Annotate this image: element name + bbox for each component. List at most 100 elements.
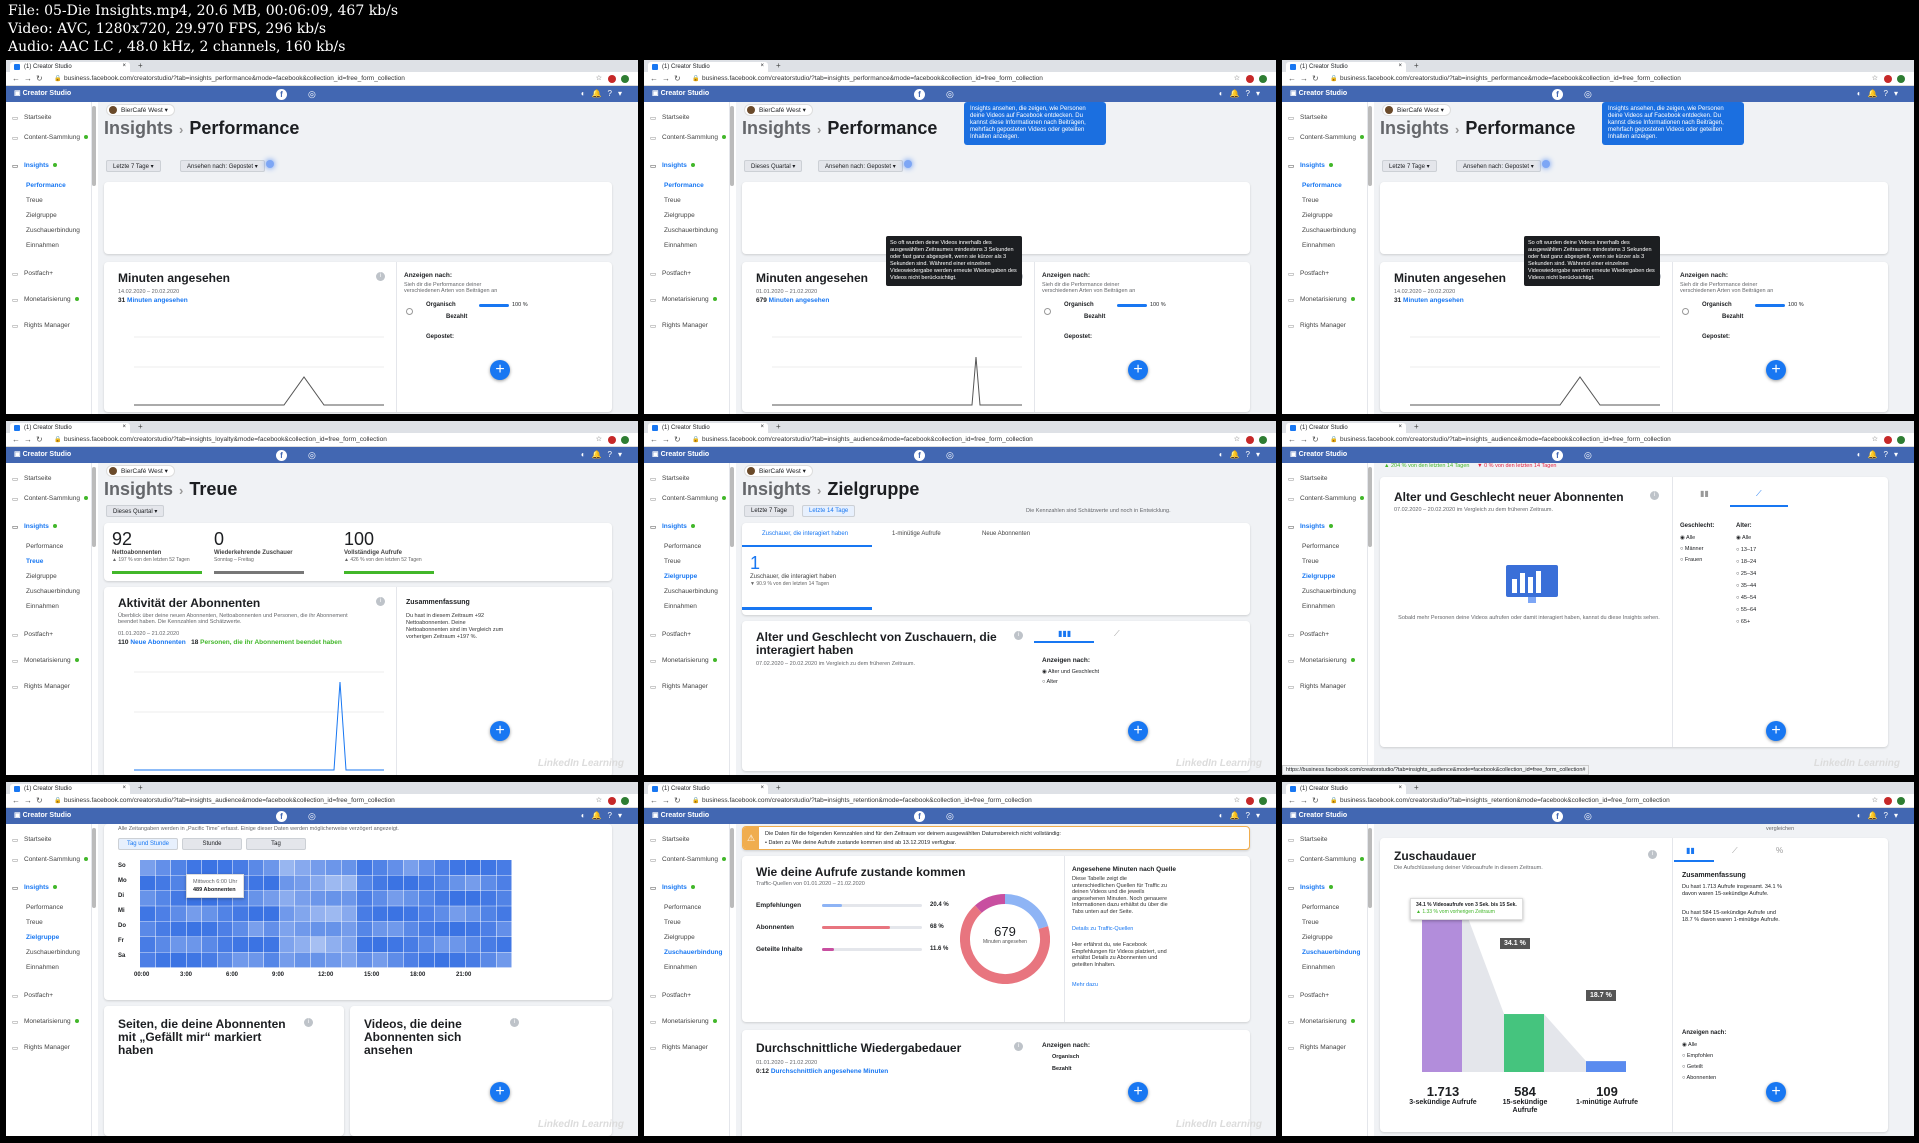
heatmap-cell[interactable] [326,921,341,937]
new-tab-icon[interactable]: + [776,422,781,431]
browser-tab[interactable]: (1) Creator Studio × [648,784,768,794]
filter-option[interactable]: ◉ Alle [1682,1042,1697,1048]
sidebar-item-treue[interactable]: Treue [1302,558,1319,565]
heatmap-cell[interactable] [279,860,295,875]
heatmap-cell[interactable] [481,952,496,968]
facebook-icon[interactable]: f [914,89,925,100]
instagram-icon[interactable]: ◎ [308,89,316,99]
instagram-icon[interactable]: ◎ [308,450,316,460]
heatmap-cell[interactable] [388,906,403,922]
sidebar-item-content[interactable]: Content-Sammlung [1288,856,1364,864]
profile-icon[interactable] [621,75,629,83]
heatmap-cell[interactable] [171,937,186,952]
sidebar-item-insights[interactable]: Insights [650,523,695,531]
star-icon[interactable]: ☆ [596,435,602,443]
sidebar-item-performance[interactable]: Performance [1302,182,1342,189]
percent-icon[interactable]: % [1776,846,1783,855]
heatmap-cell[interactable] [388,875,403,891]
heatmap-cell[interactable] [310,921,326,937]
sidebar-scrollbar[interactable] [92,828,96,908]
heatmap-cell[interactable] [217,906,233,922]
sidebar-scrollbar[interactable] [92,106,96,186]
star-icon[interactable]: ☆ [1872,435,1878,443]
sidebar-item-performance[interactable]: Performance [664,182,704,189]
tab-2[interactable]: Neue Abonnenten [982,531,1030,537]
back-icon[interactable]: ← [12,435,20,444]
info-icon[interactable]: i [1014,1042,1023,1051]
extension-icon[interactable] [1884,797,1892,805]
sidebar-item-einnahmen[interactable]: Einnahmen [1302,603,1335,610]
date-range-dropdown[interactable]: Dieses Quartal ▾ [744,160,803,172]
extension-icon[interactable] [608,797,616,805]
sidebar-item-startseite[interactable]: Startseite [1288,114,1327,122]
heatmap-cell[interactable] [295,860,310,875]
heatmap-cell[interactable] [295,937,310,952]
sidebar-item-performance[interactable]: Performance [26,543,63,550]
sidebar-item-zuschauerbindung[interactable]: Zuschauerbindung [664,588,718,595]
sidebar-item-postfach[interactable]: Postfach+ [12,270,53,278]
heatmap-cell[interactable] [403,921,419,937]
heatmap-cell[interactable] [481,860,496,875]
topbar-icons[interactable]: ◐🔔?▾ [1219,450,1266,459]
topbar-icons[interactable]: ◐🔔?▾ [1219,89,1266,98]
heatmap-cell[interactable] [171,890,186,906]
heatmap-cell[interactable] [403,952,419,968]
instagram-icon[interactable]: ◎ [946,450,954,460]
filter-option[interactable]: ○ Geteilt [1682,1064,1703,1070]
heatmap-cell[interactable] [372,937,388,952]
metric-card[interactable]: 100 Vollständige Aufrufe ▲ 426 % von den l… [344,529,464,581]
age-option[interactable]: ◉ Alle [1736,535,1751,541]
reload-icon[interactable]: ↻ [1312,74,1319,83]
heatmap-cell[interactable] [372,875,388,891]
url-field[interactable]: business.facebook.com/creatorstudio/?tab… [64,75,405,82]
heatmap-cell[interactable] [450,875,465,891]
heatmap-cell[interactable] [465,860,481,875]
topbar-icons[interactable]: ◐🔔?▾ [581,450,628,459]
account-selector[interactable]: BierCafé West ▾ [106,465,175,477]
heatmap-cell[interactable] [310,952,326,968]
heatmap-tab-1[interactable]: Stunde [182,838,242,850]
reload-icon[interactable]: ↻ [674,435,681,444]
heatmap-cell[interactable] [372,906,388,922]
forward-icon[interactable]: → [662,74,670,83]
heatmap-cell[interactable] [403,937,419,952]
star-icon[interactable]: ☆ [1234,796,1240,804]
sidebar-item-zuschauerbindung[interactable]: Zuschauerbindung [1302,588,1356,595]
heatmap-cell[interactable] [233,921,248,937]
heatmap-cell[interactable] [357,875,372,891]
sidebar-item-rights[interactable]: Rights Manager [12,1044,70,1052]
heatmap-cell[interactable] [372,921,388,937]
forward-icon[interactable]: → [662,796,670,805]
sidebar-item-einnahmen[interactable]: Einnahmen [26,964,59,971]
tab-close-icon[interactable]: × [760,785,764,791]
sidebar-item-monet[interactable]: Monetarisierung [1288,296,1355,304]
browser-tab[interactable]: (1) Creator Studio × [10,423,130,433]
create-button[interactable]: + [1766,1082,1786,1102]
heatmap-cell[interactable] [450,921,465,937]
profile-icon[interactable] [621,436,629,444]
age-option[interactable]: ○ 13–17 [1736,547,1756,553]
sidebar-scrollbar[interactable] [92,467,96,547]
heatmap-cell[interactable] [140,921,155,937]
heatmap-cell[interactable] [233,937,248,952]
heatmap-cell[interactable] [434,860,450,875]
sidebar-item-zuschauerbindung[interactable]: Zuschauerbindung [664,949,723,956]
heatmap-tab-2[interactable]: Tag [246,838,306,850]
heatmap-cell[interactable] [388,921,403,937]
create-button[interactable]: + [1128,1082,1148,1102]
topbar-icons[interactable]: ◐🔔?▾ [581,89,628,98]
sidebar-item-postfach[interactable]: Postfach+ [1288,631,1329,639]
topbar-icons[interactable]: ◐🔔?▾ [581,811,628,820]
heatmap-cell[interactable] [465,875,481,891]
sidebar-item-monet[interactable]: Monetarisierung [1288,1018,1355,1026]
instagram-icon[interactable]: ◎ [1584,89,1592,99]
heatmap-tab-0[interactable]: Tag und Stunde [118,838,178,850]
browser-tab[interactable]: (1) Creator Studio × [10,62,130,72]
age-option[interactable]: ○ 35–44 [1736,583,1756,589]
heatmap-cell[interactable] [357,921,372,937]
browser-tab[interactable]: (1) Creator Studio × [648,423,768,433]
profile-icon[interactable] [621,797,629,805]
heatmap-cell[interactable] [465,921,481,937]
url-field[interactable]: business.facebook.com/creatorstudio/?tab… [64,436,387,443]
bar-chart-icon[interactable]: ▮▮ [1686,846,1695,855]
